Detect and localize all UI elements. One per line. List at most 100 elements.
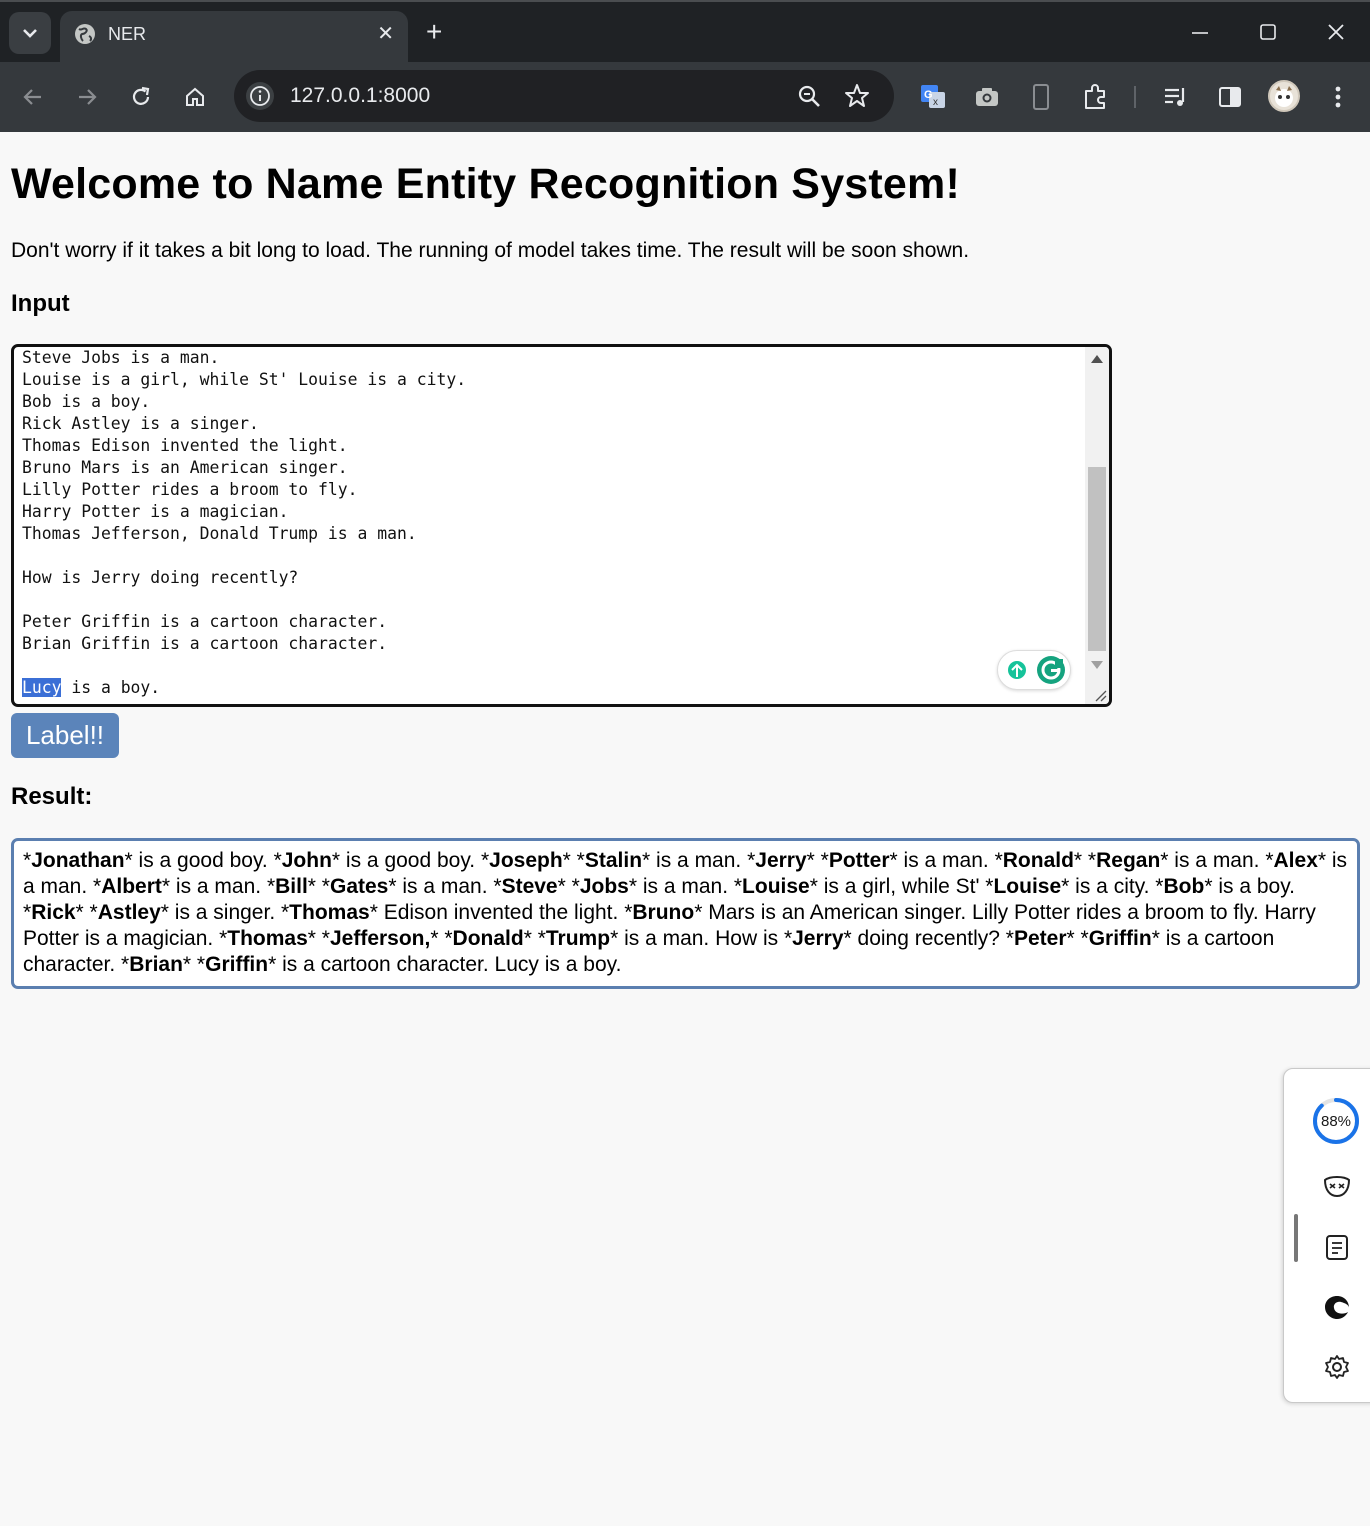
scrollbar-thumb[interactable] [1088,467,1106,651]
result-text: * is a man. * [889,849,1003,872]
performance-gauge[interactable]: 88% [1312,1097,1360,1145]
floating-side-panel: 88% [1283,1068,1370,1403]
textarea-line [22,545,466,567]
textarea-line [22,655,466,677]
entity-name: Trump [545,927,611,950]
textarea-scrollbar[interactable] [1085,347,1109,704]
back-button[interactable] [18,82,48,112]
new-tab-button[interactable]: + [426,18,442,46]
forward-button[interactable] [72,82,102,112]
entity-name: Gates [329,875,389,898]
arrow-right-icon [79,89,97,105]
entity-name: Griffin [1088,927,1152,950]
textarea-line: Lilly Potter rides a broom to fly. [22,480,358,499]
textarea-line: How is Jerry doing recently? [22,568,299,587]
result-text: * [23,849,32,872]
textarea-text: Steve Jobs is a man. Louise is a girl, wh… [22,347,466,699]
home-button[interactable] [180,82,210,112]
result-text: * is a city. * [1061,875,1164,898]
close-window-button[interactable] [1326,16,1346,51]
entity-name: Jefferson, [329,927,431,950]
phone-icon [1033,84,1049,110]
side-panel-icon [1219,87,1241,107]
result-text: * is a man. * [161,875,276,898]
site-info-icon[interactable] [246,82,274,110]
notes-icon [1326,1235,1348,1260]
input-textarea[interactable]: Steve Jobs is a man. Louise is a girl, wh… [11,344,1112,707]
svg-text:G: G [924,89,933,101]
chevron-down-icon [23,29,37,38]
textarea-line: Lucy is a boy. [22,677,466,699]
zoom-button[interactable] [794,81,824,111]
entity-name: Thomas [227,927,308,950]
browser-menu-button[interactable] [1323,82,1353,112]
scroll-down-arrow-icon[interactable] [1091,661,1103,669]
svg-text:x: x [933,97,938,108]
entity-name: Ronald [1002,849,1074,872]
entity-name: Joseph [489,849,563,872]
textarea-text-rest: is a boy. [61,678,161,697]
url-text: 127.0.0.1:8000 [290,84,431,107]
label-button[interactable]: Label!! [11,713,119,758]
textarea-line: Louise is a girl, while St' Louise is a … [22,370,467,389]
reload-icon [132,86,150,105]
result-text: * is a good boy. * [124,849,282,872]
tab-search-button[interactable] [9,12,51,54]
side-panel-button[interactable] [1215,82,1245,112]
textarea-line: Peter Griffin is a cartoon character. [22,612,388,631]
device-extension[interactable] [1026,82,1056,112]
entity-name: Jerry [792,927,844,950]
bookmark-button[interactable] [842,81,872,111]
entity-name: Astley [97,901,161,924]
entity-name: Louise [993,875,1062,898]
entity-name: Jobs [579,875,629,898]
side-item-settings[interactable] [1319,1349,1355,1385]
tab-close-icon[interactable]: ✕ [377,21,394,46]
translate-extension[interactable]: Gx [918,82,948,112]
entity-name: Potter [828,849,890,872]
home-icon [186,87,204,106]
media-button[interactable] [1161,82,1191,112]
maximize-button[interactable] [1258,16,1278,51]
grammarly-widget[interactable] [997,650,1071,690]
result-text: * * [75,901,98,924]
tab-active[interactable]: NER ✕ [60,11,408,64]
entity-name: Brian [129,953,183,976]
minimize-icon [1192,32,1208,34]
side-item-notes[interactable] [1319,1229,1355,1265]
textarea-line: Bruno Mars is an American singer. [22,458,348,477]
entity-name: Griffin [205,953,269,976]
reload-button[interactable] [126,82,156,112]
side-item-edge[interactable] [1319,1289,1355,1325]
entity-name: Regan [1096,849,1161,872]
textarea-line [22,589,466,611]
result-text: * * [1066,927,1089,950]
info-icon [250,86,270,106]
entity-name: Alex [1273,849,1318,872]
textarea-line: Rick Astley is a singer. [22,414,259,433]
screenshot-extension[interactable] [972,82,1002,112]
result-text: * is a man. * [388,875,502,898]
side-item-mask[interactable] [1319,1169,1355,1205]
textarea-line: Steve Jobs is a man. [22,348,220,367]
result-text: * * [182,953,206,976]
result-text: * Edison invented the light. * [369,901,633,924]
minimize-button[interactable] [1190,16,1210,51]
textarea-line: Bob is a boy. [22,392,151,411]
profile-avatar[interactable] [1268,80,1300,112]
entity-name: Louise [742,875,810,898]
extensions-button[interactable] [1081,82,1111,112]
side-active-indicator [1294,1214,1298,1262]
textarea-line: Thomas Edison invented the light. [22,436,348,455]
scroll-up-arrow-icon[interactable] [1091,355,1103,363]
entity-name: Albert [101,875,162,898]
resize-handle-icon[interactable] [1095,690,1107,702]
result-text: * is a girl, while St' * [809,875,994,898]
address-bar[interactable]: 127.0.0.1:8000 [234,70,894,122]
avatar-icon [1275,86,1293,107]
google-translate-icon: Gx [921,85,945,108]
mask-icon [1323,1176,1351,1198]
entity-name: John [281,849,332,872]
gear-icon [1325,1355,1349,1379]
edge-icon [1325,1296,1349,1319]
